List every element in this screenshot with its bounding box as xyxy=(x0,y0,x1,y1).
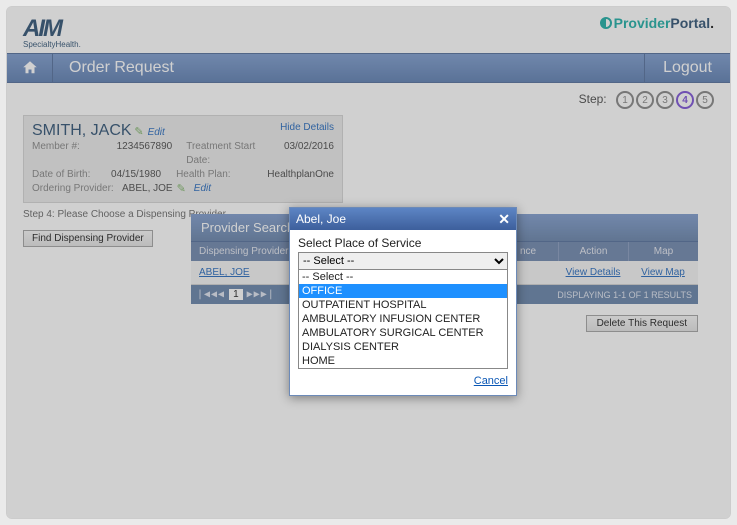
option-office[interactable]: OFFICE xyxy=(299,284,507,298)
option-outpatient-hospital[interactable]: OUTPATIENT HOSPITAL xyxy=(299,298,507,312)
dialog-title: Abel, Joe xyxy=(296,212,498,226)
place-of-service-listbox[interactable]: -- Select --OFFICEOUTPATIENT HOSPITALAMB… xyxy=(298,270,508,369)
option-select[interactable]: -- Select -- xyxy=(299,270,507,284)
option-ambulatory-infusion-center[interactable]: AMBULATORY INFUSION CENTER xyxy=(299,312,507,326)
dialog-prompt: Select Place of Service xyxy=(298,236,508,250)
option-dialysis-center[interactable]: DIALYSIS CENTER xyxy=(299,340,507,354)
place-of-service-dialog: Abel, Joe ✕ Select Place of Service -- S… xyxy=(289,207,517,396)
close-icon[interactable]: ✕ xyxy=(498,213,510,225)
option-ambulatory-surgical-center[interactable]: AMBULATORY SURGICAL CENTER xyxy=(299,326,507,340)
place-of-service-select[interactable]: -- Select -- xyxy=(298,252,508,270)
option-home[interactable]: HOME xyxy=(299,354,507,368)
cancel-link[interactable]: Cancel xyxy=(298,375,508,387)
